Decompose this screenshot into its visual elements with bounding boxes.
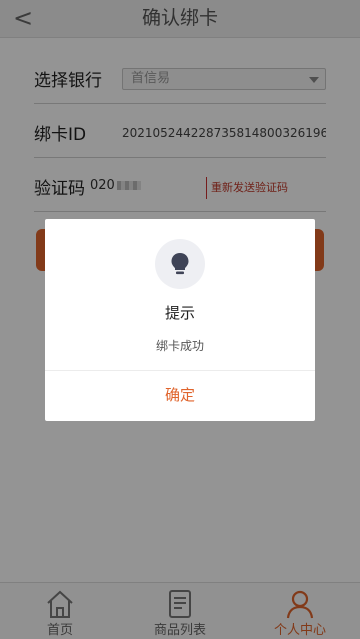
- lightbulb-icon: [171, 253, 189, 275]
- dialog-title: 提示: [164, 304, 195, 322]
- dialog-message: 绑卡成功: [155, 339, 204, 353]
- alert-dialog: 提示 绑卡成功 确定: [45, 219, 315, 421]
- dialog-icon-circle: [155, 239, 205, 289]
- dialog-confirm-button[interactable]: 确定: [45, 371, 315, 421]
